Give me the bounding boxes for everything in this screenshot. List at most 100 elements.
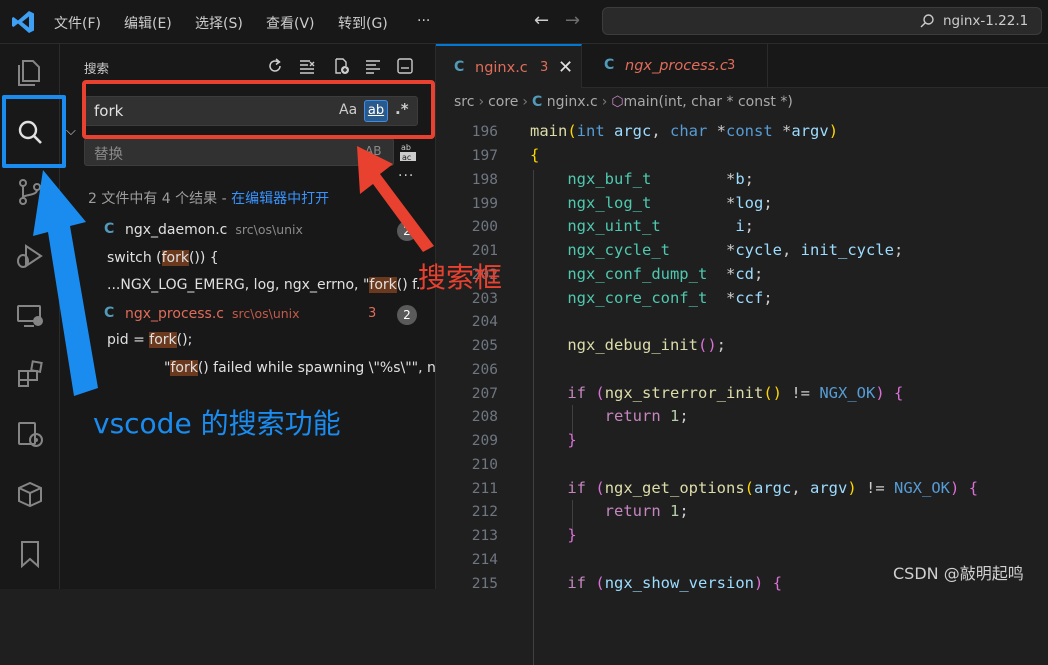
result-match-line[interactable]: pid = fork(); — [107, 332, 425, 348]
editor-area: C nginx.c 3 ✕ C ngx_process.c 3 src › core… — [436, 44, 1048, 665]
result-file-row[interactable]: C ngx_process.c src\os\unix 3 2 — [60, 302, 436, 328]
code-line: if (ngx_get_options(argc, argv) != NGX_O… — [567, 479, 979, 497]
breadcrumb-item[interactable]: core — [488, 94, 518, 110]
menu-selection[interactable]: 选择(S) — [195, 13, 243, 33]
code-line: ngx_core_conf_t *ccf; — [567, 289, 773, 307]
svg-text:ac: ac — [402, 153, 411, 162]
result-match-line[interactable]: "fork() failed while spawning \"%s\"", n… — [164, 360, 482, 376]
result-file-name[interactable]: ngx_process.c src\os\unix — [125, 306, 300, 322]
tab-ngx-process-c[interactable]: C ngx_process.c 3 — [582, 44, 768, 88]
remote-explorer-icon[interactable] — [14, 300, 46, 332]
explorer-icon[interactable] — [14, 56, 46, 88]
extensions-icon[interactable] — [14, 358, 46, 390]
line-number: 199 — [471, 196, 498, 212]
line-number: 198 — [471, 172, 498, 188]
bookmark-icon[interactable] — [14, 538, 46, 570]
close-icon[interactable]: ✕ — [558, 57, 573, 78]
open-in-editor-link[interactable]: 在编辑器中打开 — [231, 191, 329, 207]
results-summary: 2 文件中有 4 个结果 - 在编辑器中打开 — [88, 188, 329, 208]
new-search-editor-icon[interactable] — [332, 57, 350, 75]
match-highlight: fork — [369, 277, 397, 293]
code-line: ngx_buf_t *b; — [567, 170, 755, 188]
tab-label: ngx_process.c — [625, 58, 728, 74]
code-line: ngx_log_t *log; — [567, 194, 773, 212]
tab-problem-count: 3 — [540, 60, 549, 75]
c-file-icon: C — [532, 94, 543, 110]
c-file-icon: C — [104, 305, 115, 321]
line-number: 196 — [471, 124, 498, 140]
c-file-icon: C — [104, 221, 115, 237]
result-match-line[interactable]: switch (fork()) { — [107, 250, 425, 266]
editor-tab-bar: C nginx.c 3 ✕ C ngx_process.c 3 — [436, 44, 1048, 88]
forward-arrow-icon[interactable]: → — [565, 10, 580, 31]
match-highlight: fork — [149, 332, 177, 348]
breadcrumb-item[interactable]: nginx.c — [547, 94, 598, 110]
title-bar: 文件(F) 编辑(E) 选择(S) 查看(V) 转到(G) ··· ← → ng… — [0, 0, 1048, 44]
breadcrumb-item[interactable]: main(int, char * const *) — [624, 94, 793, 110]
code-line: if (ngx_show_version) { — [567, 574, 783, 592]
replace-input[interactable]: 替换 AB — [84, 138, 394, 166]
menu-view[interactable]: 查看(V) — [266, 13, 315, 33]
line-number: 213 — [471, 528, 498, 544]
breadcrumb-item[interactable]: src — [454, 94, 474, 110]
preserve-case-toggle[interactable]: AB — [365, 144, 381, 158]
match-before: pid = — [107, 332, 150, 348]
collapse-all-icon[interactable] — [396, 57, 414, 75]
refresh-icon[interactable] — [266, 57, 284, 75]
line-number: 210 — [471, 457, 498, 473]
line-number: 214 — [471, 552, 498, 568]
docker-icon[interactable] — [14, 418, 46, 450]
code-line: return 1; — [604, 502, 689, 520]
match-after: (); — [176, 332, 193, 348]
menu-edit[interactable]: 编辑(E) — [124, 13, 172, 33]
result-file-label: ngx_daemon.c — [125, 222, 228, 238]
result-match-line[interactable]: ...NGX_LOG_EMERG, log, ngx_errno, "fork(… — [107, 277, 425, 293]
result-file-path: src\os\unix — [235, 222, 303, 237]
code-line: ngx_conf_dump_t *cd; — [567, 265, 764, 283]
tab-nginx-c[interactable]: C nginx.c 3 ✕ — [436, 44, 582, 88]
code-line: } — [567, 526, 577, 544]
replace-all-icon[interactable]: ab ac — [397, 141, 419, 163]
back-arrow-icon[interactable]: ← — [534, 10, 549, 31]
chevron-right-icon: › — [522, 94, 528, 110]
search-box-annotation: 搜索框 — [418, 261, 503, 294]
container-icon[interactable] — [14, 478, 46, 510]
code-line: } — [567, 431, 577, 449]
sidebar-title: 搜索 — [84, 61, 110, 76]
result-file-name[interactable]: ngx_daemon.c src\os\unix — [125, 222, 303, 238]
source-control-icon[interactable] — [14, 176, 46, 208]
match-after: ()) { — [188, 250, 219, 266]
code-line: ngx_debug_init(); — [567, 336, 726, 354]
replace-placeholder[interactable]: 替换 — [94, 143, 123, 164]
line-number: 206 — [471, 362, 498, 378]
run-debug-icon[interactable] — [14, 240, 46, 272]
menu-go[interactable]: 转到(G) — [338, 13, 388, 33]
svg-text:ab: ab — [401, 143, 411, 152]
chevron-right-icon: › — [601, 94, 608, 110]
result-count-badge: 2 — [397, 305, 417, 325]
more-actions-icon[interactable]: ··· — [398, 168, 414, 184]
search-icon-highlight — [2, 95, 66, 168]
view-as-tree-icon[interactable] — [364, 57, 382, 75]
command-center[interactable]: nginx-1.22.1 — [602, 7, 1042, 35]
code-line: main(int argc, char *const *argv) — [530, 122, 839, 140]
match-highlight: fork — [170, 360, 198, 376]
line-number: 209 — [471, 433, 498, 449]
menu-file[interactable]: 文件(F) — [54, 13, 101, 33]
tab-label: nginx.c — [475, 60, 528, 76]
menu-more[interactable]: ··· — [417, 13, 430, 29]
match-before: switch ( — [107, 250, 162, 266]
code-line: if (ngx_strerror_init() != NGX_OK) { — [567, 384, 904, 402]
line-number: 211 — [471, 481, 498, 497]
result-file-row[interactable]: C ngx_daemon.c src\os\unix 2 — [60, 218, 436, 244]
code-line: ngx_uint_t i; — [567, 217, 754, 235]
code-line: return 1; — [604, 407, 689, 425]
chevron-down-icon[interactable]: ⌵ — [66, 124, 76, 139]
search-feature-annotation: vscode 的搜索功能 — [93, 407, 341, 440]
chevron-right-icon: › — [478, 94, 485, 110]
line-number: 200 — [471, 219, 498, 235]
clear-results-icon[interactable] — [298, 57, 316, 75]
search-icon — [920, 14, 934, 28]
code-line: { — [530, 146, 540, 164]
result-file-path: src\os\unix — [232, 306, 300, 321]
